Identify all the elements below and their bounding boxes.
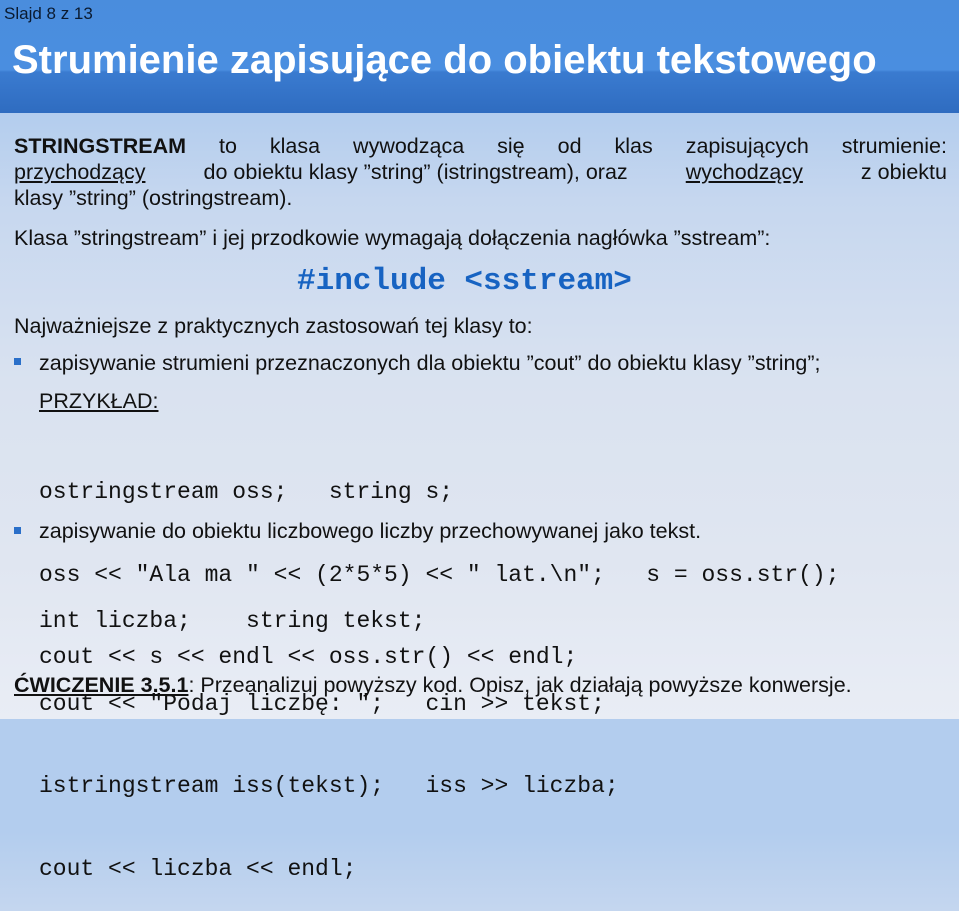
code-line: istringstream iss(tekst); iss >> liczba; [39, 773, 619, 799]
word: się [497, 134, 525, 158]
example-label: PRZYKŁAD: [39, 389, 159, 413]
outgoing-term: wychodzący [685, 160, 803, 184]
exercise-text: : Przeanalizuj powyższy kod. Opisz, jak … [188, 673, 852, 697]
bullet-icon [14, 358, 21, 365]
word: od [557, 134, 582, 158]
exercise: ĆWICZENIE 3.5.1: Przeanalizuj powyższy k… [14, 673, 852, 698]
slide-counter: Slajd 8 z 13 [4, 4, 93, 23]
word: klasa [269, 134, 321, 158]
stringstream-term: STRINGSTREAM [14, 134, 186, 158]
intro-line-1: STRINGSTREAM to klasa wywodząca się od k… [14, 133, 947, 159]
intro-line-3-text: klasy ”string” (ostringstream). [14, 186, 293, 210]
header-note: Klasa ”stringstream” i jej przodkowie wy… [14, 226, 771, 250]
intro-line-2-end: z obiektu [860, 160, 947, 184]
code-line: cout << liczba << endl; [39, 855, 357, 882]
bullet-2-text: zapisywanie do obiektu liczbowego liczby… [39, 519, 702, 543]
word: wywodząca [353, 134, 465, 158]
intro-paragraph: STRINGSTREAM to klasa wywodząca się od k… [14, 133, 947, 211]
word: zapisujących [685, 134, 809, 158]
word: klas [614, 134, 653, 158]
intro-line-3: klasy ”string” (ostringstream). [14, 185, 947, 211]
code-line: int liczba; string tekst; [39, 608, 426, 634]
word: strumienie: [841, 134, 947, 158]
exercise-label: ĆWICZENIE 3.5.1 [14, 673, 189, 697]
slide-header: Slajd 8 z 13 Strumienie zapisujące do ob… [0, 0, 959, 113]
slide-title: Strumienie zapisujące do obiektu tekstow… [12, 38, 877, 82]
intro-line-2: przychodzący do obiektu klasy ”string” (… [14, 159, 947, 185]
incoming-term: przychodzący [14, 160, 146, 184]
uses-intro: Najważniejsze z praktycznych zastosowań … [14, 314, 533, 338]
include-directive: #include <sstream> [297, 264, 632, 299]
bullet-icon [14, 527, 21, 534]
code-line: ostringstream oss; string s; [39, 479, 454, 505]
code-block-2: int liczba; string tekst; cout << "Podaj… [39, 553, 619, 911]
intro-line-2-mid: do obiektu klasy ”string” (istringstream… [203, 160, 628, 184]
word: to [218, 134, 237, 158]
bullet-1-text: zapisywanie strumieni przeznaczonych dla… [39, 351, 821, 375]
